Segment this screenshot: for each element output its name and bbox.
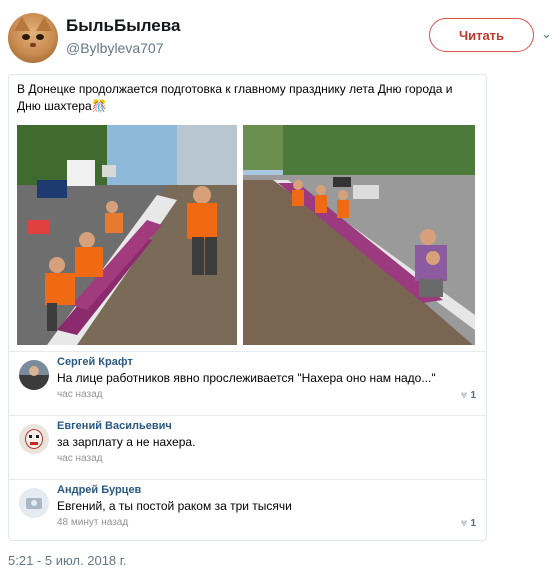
comment-time[interactable]: час назад: [57, 389, 103, 400]
comment-item: Сергей Крафт На лице работников явно про…: [9, 351, 486, 415]
comment-item: Евгений Васильевич за зарплату а не нахе…: [9, 415, 486, 479]
tweet-timestamp[interactable]: 5:21 - 5 июл. 2018 г.: [8, 553, 127, 568]
commenter-avatar-icon[interactable]: [19, 424, 49, 454]
chevron-down-icon[interactable]: ⌄: [541, 26, 552, 42]
comment-text: На лице работников явно прослеживается "…: [57, 371, 436, 385]
comment-item: Андрей Бурцев Евгений, а ты постой раком…: [9, 479, 486, 541]
comment-author[interactable]: Андрей Бурцев: [57, 484, 141, 496]
like-button[interactable]: ♥ 1: [460, 388, 476, 402]
like-count: 1: [470, 389, 476, 401]
workers-planting-flowers-photo-1[interactable]: [17, 125, 237, 345]
user-handle[interactable]: @Bylbyleva707: [66, 40, 164, 56]
commenter-avatar-icon[interactable]: [19, 488, 49, 518]
follow-button[interactable]: Читать: [429, 18, 534, 52]
heart-icon: ♥: [460, 388, 468, 402]
tweet-header: БыльБылева @Bylbyleva707 Читать ⌄: [0, 0, 554, 74]
embedded-post-card: В Донецке продолжается подготовка к глав…: [8, 74, 487, 541]
comment-text: Евгений, а ты постой раком за три тысячи: [57, 499, 292, 513]
workers-planting-flowers-photo-2[interactable]: [243, 125, 475, 345]
post-text: В Донецке продолжается подготовка к глав…: [17, 82, 453, 113]
comment-author[interactable]: Евгений Васильевич: [57, 420, 172, 432]
post-photos: [17, 125, 477, 345]
like-count: 1: [470, 517, 476, 529]
comment-time[interactable]: час назад: [57, 453, 103, 464]
comment-author[interactable]: Сергей Крафт: [57, 356, 133, 368]
display-name[interactable]: БыльБылева: [66, 16, 180, 36]
cat-avatar-icon[interactable]: [8, 13, 58, 63]
heart-icon: ♥: [460, 516, 468, 530]
comment-time[interactable]: 48 минут назад: [57, 517, 128, 528]
comment-text: за зарплату а не нахера.: [57, 435, 196, 449]
commenter-avatar-icon[interactable]: [19, 360, 49, 390]
like-button[interactable]: ♥ 1: [460, 516, 476, 530]
